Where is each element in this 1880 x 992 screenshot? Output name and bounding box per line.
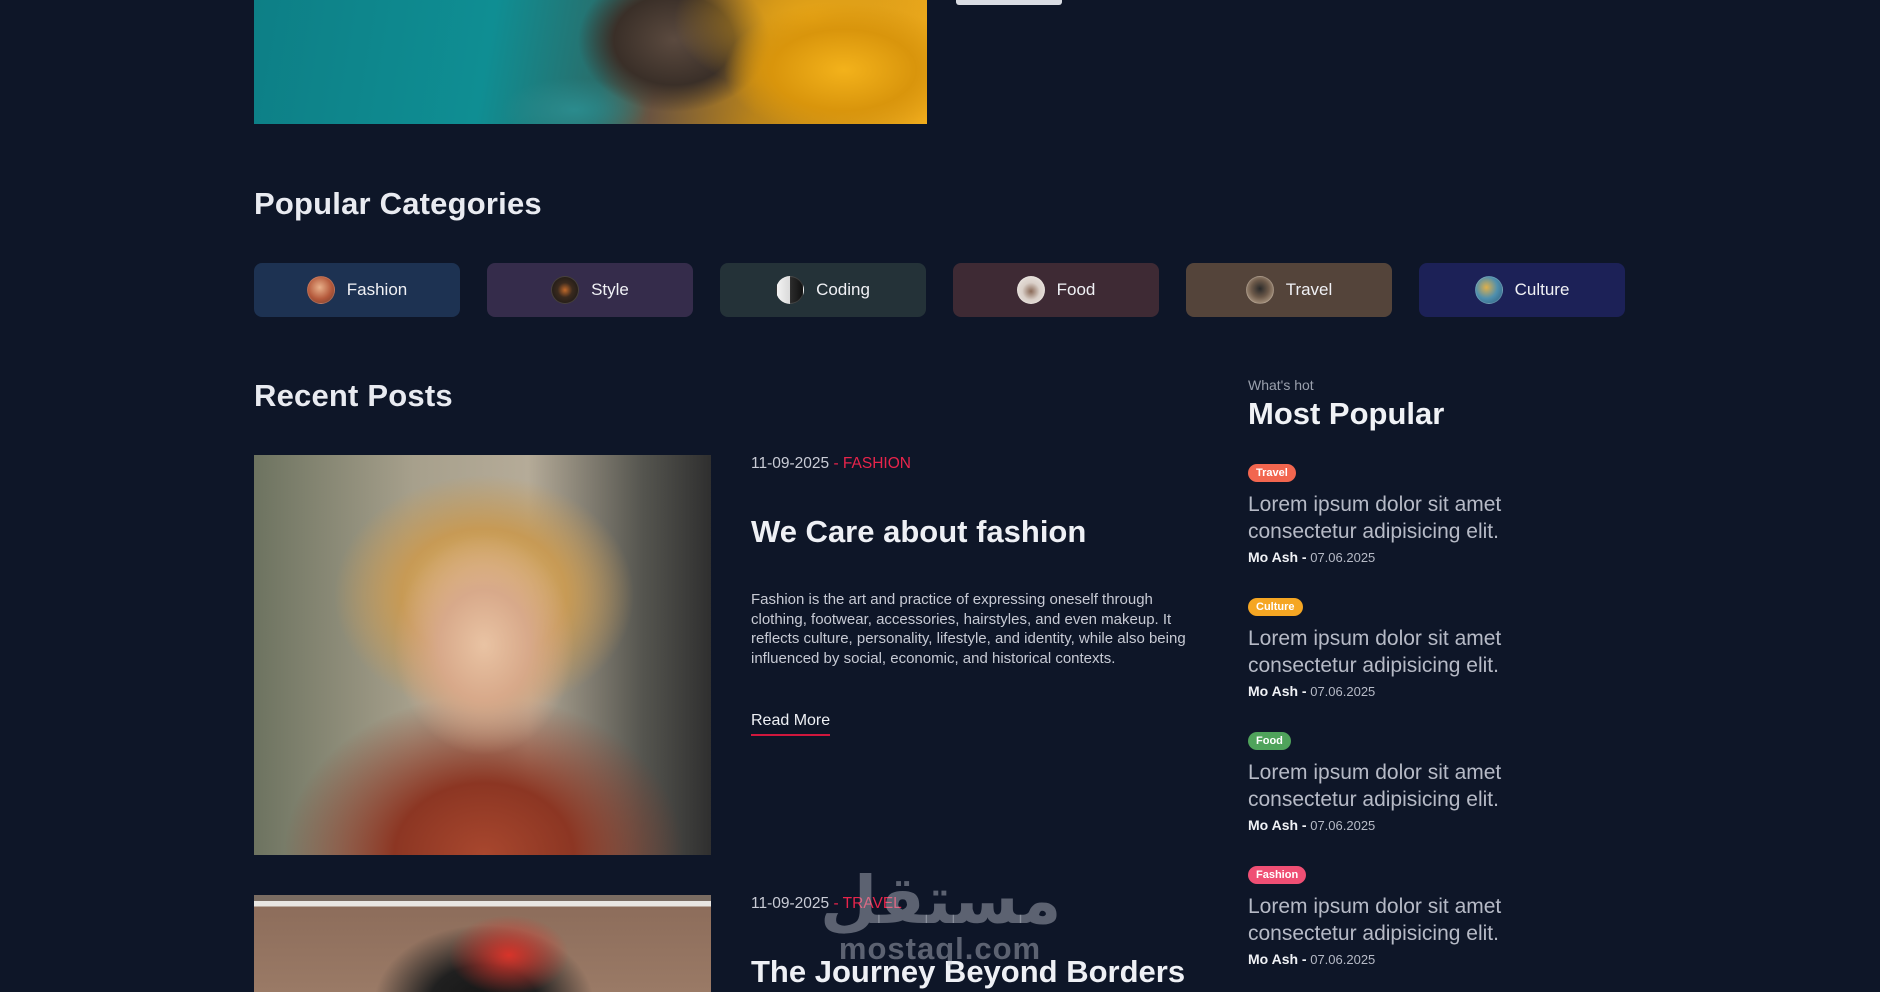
categories-list: Fashion Style Coding Food Travel Culture bbox=[254, 263, 1630, 317]
post-date: 07.06.2025 bbox=[1310, 952, 1376, 967]
category-label: Fashion bbox=[346, 280, 408, 299]
hero-image bbox=[254, 0, 927, 124]
popular-item[interactable]: Travel Lorem ipsum dolor sit amet consec… bbox=[1248, 463, 1578, 565]
post-date: 07.06.2025 bbox=[1310, 684, 1376, 699]
popular-item-byline: Mo Ash - 07.06.2025 bbox=[1248, 683, 1578, 699]
category-food[interactable]: Food bbox=[953, 263, 1159, 317]
popular-item-byline: Mo Ash - 07.06.2025 bbox=[1248, 817, 1578, 833]
post-date: 11-09-2025 bbox=[751, 895, 830, 912]
popular-item-text[interactable]: Lorem ipsum dolor sit amet consectetur a… bbox=[1248, 491, 1578, 545]
post-meta: 11-09-2025 - TRAVEL bbox=[751, 895, 902, 913]
recent-posts-title: Recent Posts bbox=[254, 378, 453, 413]
category-culture[interactable]: Culture bbox=[1419, 263, 1625, 317]
category-travel[interactable]: Travel bbox=[1186, 263, 1392, 317]
post-date: 07.06.2025 bbox=[1310, 550, 1376, 565]
category-avatar bbox=[1016, 276, 1045, 304]
author-name: Mo Ash - bbox=[1248, 683, 1307, 699]
page: Popular Categories Fashion Style Coding … bbox=[0, 0, 1880, 992]
category-badge[interactable]: Fashion bbox=[1248, 866, 1307, 884]
category-avatar bbox=[306, 276, 335, 304]
watermark-logo: مستقل mostaql.com bbox=[820, 868, 1061, 965]
author-name: Mo Ash - bbox=[1248, 817, 1307, 833]
popular-item-byline: Mo Ash - 07.06.2025 bbox=[1248, 549, 1578, 565]
category-avatar bbox=[1474, 276, 1503, 304]
category-style[interactable]: Style bbox=[487, 263, 693, 317]
read-more-link[interactable]: Read More bbox=[751, 712, 831, 736]
popular-item-text[interactable]: Lorem ipsum dolor sit amet consectetur a… bbox=[1248, 893, 1578, 947]
post-image-travel[interactable] bbox=[254, 895, 711, 992]
category-label: Travel bbox=[1285, 280, 1333, 299]
category-label: Culture bbox=[1514, 280, 1570, 299]
sidebar-kicker: What's hot bbox=[1248, 377, 1314, 393]
category-label: Style bbox=[591, 280, 629, 299]
post-image-fashion[interactable] bbox=[254, 455, 711, 855]
popular-item[interactable]: Culture Lorem ipsum dolor sit amet conse… bbox=[1248, 597, 1578, 699]
popular-item-text[interactable]: Lorem ipsum dolor sit amet consectetur a… bbox=[1248, 625, 1578, 679]
category-badge[interactable]: Travel bbox=[1248, 464, 1296, 482]
popular-item-byline: Mo Ash - 07.06.2025 bbox=[1248, 951, 1578, 967]
category-coding[interactable]: Coding bbox=[720, 263, 926, 317]
author-name: Mo Ash - bbox=[1248, 549, 1307, 565]
category-avatar bbox=[1245, 276, 1274, 304]
post-title[interactable]: We Care about fashion bbox=[751, 514, 1086, 550]
popular-item[interactable]: Fashion Lorem ipsum dolor sit amet conse… bbox=[1248, 865, 1578, 967]
category-avatar bbox=[776, 276, 805, 304]
category-badge[interactable]: Food bbox=[1248, 732, 1291, 750]
sidebar-title: Most Popular bbox=[1248, 396, 1445, 431]
author-name: Mo Ash - bbox=[1248, 951, 1307, 967]
post-meta: 11-09-2025 - FASHION bbox=[751, 455, 911, 473]
post-date: 11-09-2025 bbox=[751, 455, 830, 472]
category-badge[interactable]: Culture bbox=[1248, 598, 1303, 616]
category-label: Coding bbox=[816, 280, 870, 299]
post-date: 07.06.2025 bbox=[1310, 818, 1376, 833]
post-title[interactable]: The Journey Beyond Borders bbox=[751, 954, 1185, 990]
post-category[interactable]: - FASHION bbox=[833, 455, 911, 472]
category-fashion[interactable]: Fashion bbox=[254, 263, 460, 317]
popular-item-text[interactable]: Lorem ipsum dolor sit amet consectetur a… bbox=[1248, 759, 1578, 813]
popular-item[interactable]: Food Lorem ipsum dolor sit amet consecte… bbox=[1248, 731, 1578, 833]
post-category[interactable]: - TRAVEL bbox=[833, 895, 901, 912]
hero-button[interactable] bbox=[956, 0, 1062, 5]
popular-categories-title: Popular Categories bbox=[254, 186, 542, 221]
category-avatar bbox=[551, 276, 580, 304]
category-label: Food bbox=[1056, 280, 1096, 299]
post-excerpt: Fashion is the art and practice of expre… bbox=[751, 591, 1186, 667]
